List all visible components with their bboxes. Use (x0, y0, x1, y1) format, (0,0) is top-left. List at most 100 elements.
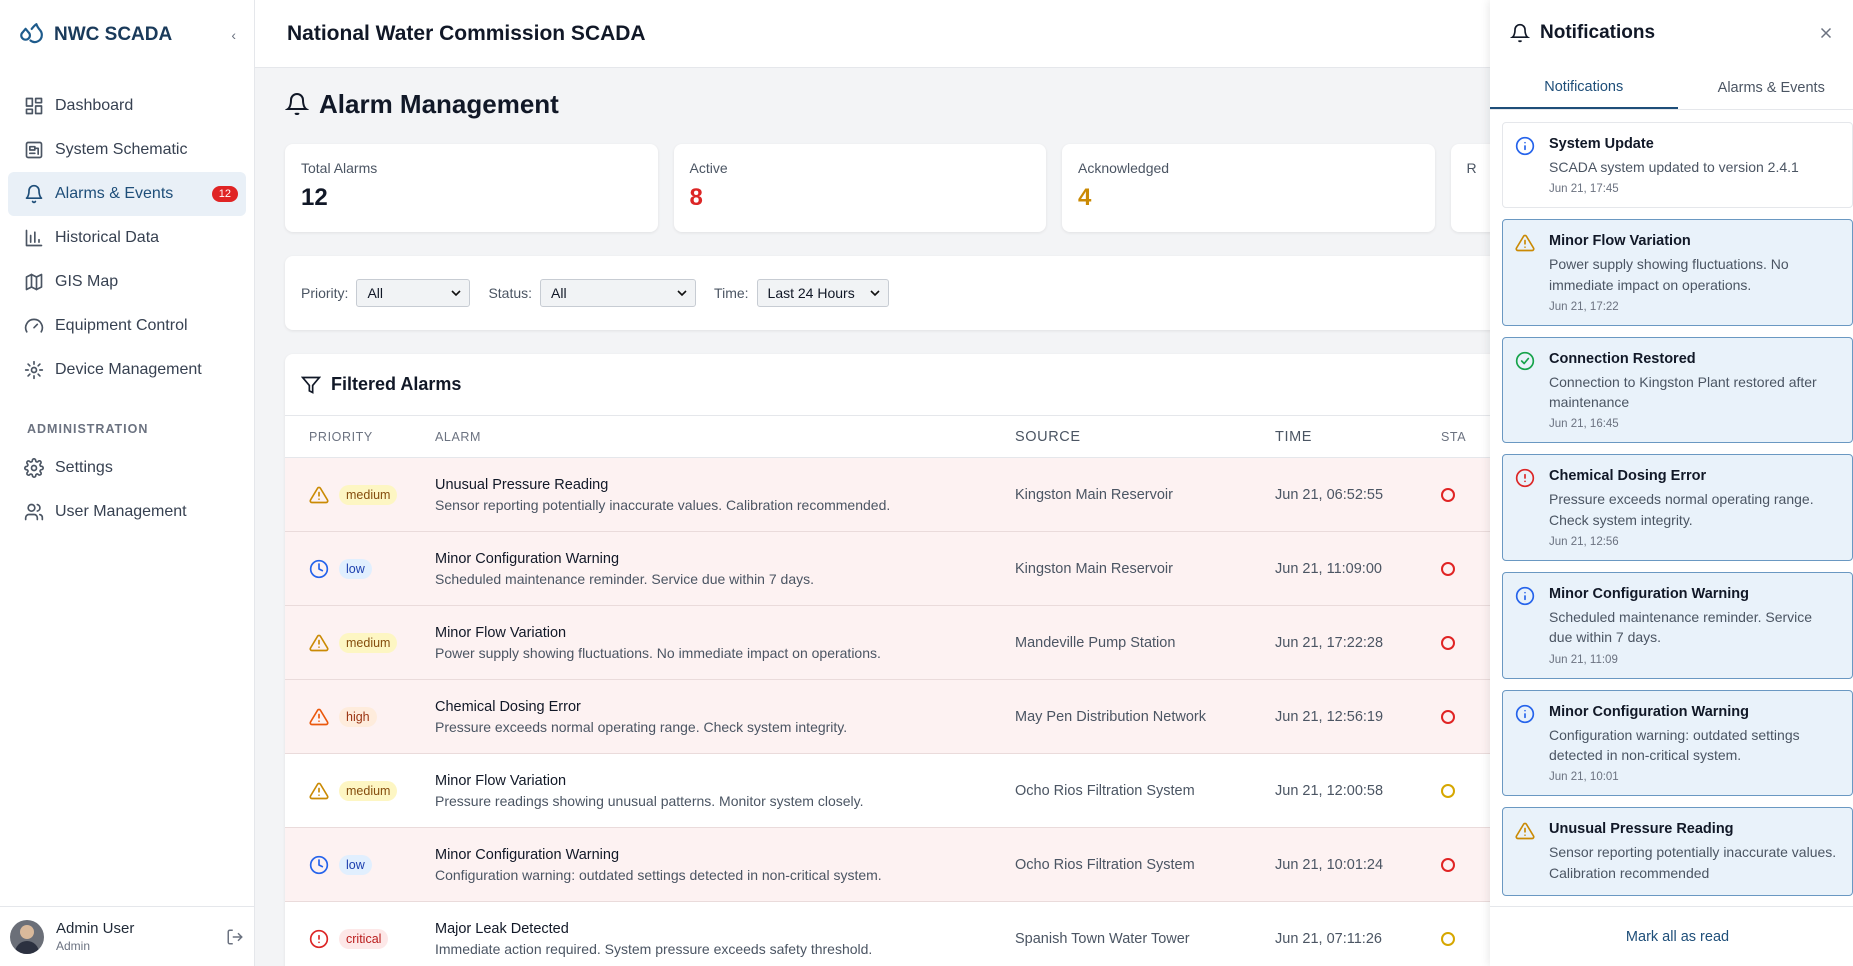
sidebar-item-label: Dashboard (55, 97, 134, 114)
sidebar-item-alarms-events[interactable]: Alarms & Events 12 (8, 172, 246, 216)
priority-cell: low (285, 854, 435, 875)
alarm-description: Pressure exceeds normal operating range.… (435, 718, 848, 735)
status-icon (1441, 635, 1455, 650)
alarm-description: Pressure readings showing unusual patter… (435, 792, 864, 809)
time-cell: Jun 21, 06:52:55 (1275, 486, 1384, 503)
tab-notifications[interactable]: Notifications (1490, 66, 1678, 109)
table-title: Filtered Alarms (331, 374, 462, 394)
notification-title: Chemical Dosing Error (1549, 468, 1707, 485)
time-select-value: Last 24 Hours (767, 285, 855, 301)
time-cell: Jun 21, 12:00:58 (1275, 782, 1384, 799)
notification-item[interactable]: Minor Flow Variation Power supply showing… (1502, 219, 1853, 326)
alarm-cell: Unusual Pressure Reading Sensor reporting… (435, 477, 1015, 513)
col-source[interactable]: SOURCE (1015, 429, 1275, 445)
sidebar-item-label: Historical Data (55, 229, 160, 246)
sidebar-item-system-schematic[interactable]: System Schematic (8, 128, 246, 172)
notification-text: Power supply showing fluctuations. No im… (1549, 256, 1789, 293)
bell-icon (1510, 23, 1530, 43)
alarm-cell: Major Leak Detected Immediate action requ… (435, 921, 1015, 957)
notification-item[interactable]: Chemical Dosing Error Pressure exceeds no… (1502, 454, 1853, 562)
user-role: Admin (56, 939, 91, 953)
notification-time: Jun 21, 11:09 (1549, 653, 1618, 666)
sidebar-item-gis-map[interactable]: GIS Map (8, 260, 246, 304)
status-filter-label: Status: (488, 285, 533, 301)
user-profile: Admin User Admin (0, 906, 254, 966)
priority-badge: medium (339, 780, 398, 801)
priority-badge: medium (339, 484, 398, 505)
sidebar-item-historical-data[interactable]: Historical Data (8, 216, 246, 260)
stat-label: Total Alarms (301, 160, 378, 176)
alarm-cell: Chemical Dosing Error Pressure exceeds no… (435, 699, 1015, 735)
time-cell: Jun 21, 12:56:19 (1275, 708, 1384, 725)
warning-triangle-icon (309, 782, 329, 799)
col-priority[interactable]: PRIORITY (285, 430, 435, 444)
source-cell: Kingston Main Reservoir (1015, 560, 1173, 577)
water-drop-logo-icon (20, 23, 43, 44)
alarm-name: Chemical Dosing Error (435, 698, 581, 715)
priority-badge: low (339, 558, 372, 579)
status-icon (1441, 931, 1455, 946)
time-cell: Jun 21, 07:11:26 (1275, 930, 1382, 947)
stat-value: 8 (689, 184, 703, 211)
priority-select[interactable]: All (356, 279, 471, 307)
source-cell: Kingston Main Reservoir (1015, 486, 1173, 503)
close-icon[interactable] (1817, 24, 1835, 42)
info-icon (1515, 704, 1535, 723)
info-icon (1515, 586, 1535, 606)
info-icon (1515, 136, 1535, 156)
collapse-chevron-icon[interactable]: ‹ (231, 27, 236, 43)
brand[interactable]: NWC SCADA ‹ (0, 0, 254, 70)
chevron-down-icon (677, 290, 687, 297)
time-filter-label: Time: (714, 285, 749, 301)
status-select[interactable]: All (540, 279, 697, 307)
sidebar: NWC SCADA ‹ Dashboard System Schematic A… (0, 0, 255, 966)
users-icon (24, 503, 44, 521)
alarm-count-badge: 12 (211, 186, 238, 202)
stat-value: 12 (301, 184, 328, 211)
sidebar-item-equipment-control[interactable]: Equipment Control (8, 304, 246, 348)
sidebar-item-label: System Schematic (55, 141, 188, 158)
schematic-icon (25, 141, 43, 159)
notification-text: Scheduled maintenance reminder. Service … (1549, 609, 1813, 646)
user-name: Admin User (56, 920, 135, 937)
notification-item[interactable]: Minor Configuration Warning Scheduled mai… (1502, 572, 1853, 679)
priority-select-value: All (367, 285, 384, 301)
warning-triangle-icon (309, 634, 329, 651)
alarm-cell: Minor Configuration Warning Configuration… (435, 847, 1015, 883)
sidebar-item-device-management[interactable]: Device Management (8, 348, 246, 392)
source-cell: May Pen Distribution Network (1015, 708, 1206, 725)
cog-icon (24, 360, 44, 380)
notifications-header: Notifications (1490, 0, 1853, 66)
col-alarm[interactable]: ALARM (435, 430, 1015, 444)
status-icon (1441, 487, 1455, 502)
check-circle-icon (1515, 351, 1535, 371)
stat-card-acknowledged: Acknowledged 4 (1062, 144, 1435, 232)
notification-item[interactable]: Minor Configuration Warning Configuration… (1502, 689, 1853, 797)
warning-triangle-icon (309, 486, 329, 503)
notification-item[interactable]: System Update SCADA system updated to ver… (1502, 122, 1853, 209)
page-title: Alarm Management (319, 88, 559, 119)
notification-time: Jun 21, 17:45 (1549, 183, 1619, 196)
sidebar-item-settings[interactable]: Settings (8, 446, 246, 490)
notification-item[interactable]: Unusual Pressure Reading Sensor reporting… (1502, 807, 1853, 896)
priority-cell: medium (285, 780, 435, 801)
sidebar-item-dashboard[interactable]: Dashboard (8, 84, 246, 128)
notification-title: Minor Configuration Warning (1549, 586, 1750, 603)
notification-item[interactable]: Connection Restored Connection to Kingsto… (1502, 336, 1853, 444)
logout-icon[interactable] (226, 928, 244, 946)
mark-all-read-button[interactable]: Mark all as read (1626, 929, 1729, 945)
col-time[interactable]: TIME (1275, 429, 1441, 445)
tab-alarms-events[interactable]: Alarms & Events (1678, 66, 1853, 109)
status-icon (1441, 783, 1455, 798)
notification-time: Jun 21, 16:45 (1549, 418, 1619, 431)
notifications-list[interactable]: System Update SCADA system updated to ver… (1490, 110, 1853, 902)
dashboard-icon (25, 97, 43, 115)
sidebar-item-user-management[interactable]: User Management (8, 490, 246, 534)
time-select[interactable]: Last 24 Hours (756, 279, 889, 307)
priority-badge: medium (339, 632, 398, 653)
avatar[interactable] (10, 919, 44, 954)
stat-label: Active (689, 160, 728, 176)
notification-time: Jun 21, 12:56 (1549, 536, 1619, 549)
source-cell: Mandeville Pump Station (1015, 634, 1176, 651)
map-icon (25, 273, 43, 291)
